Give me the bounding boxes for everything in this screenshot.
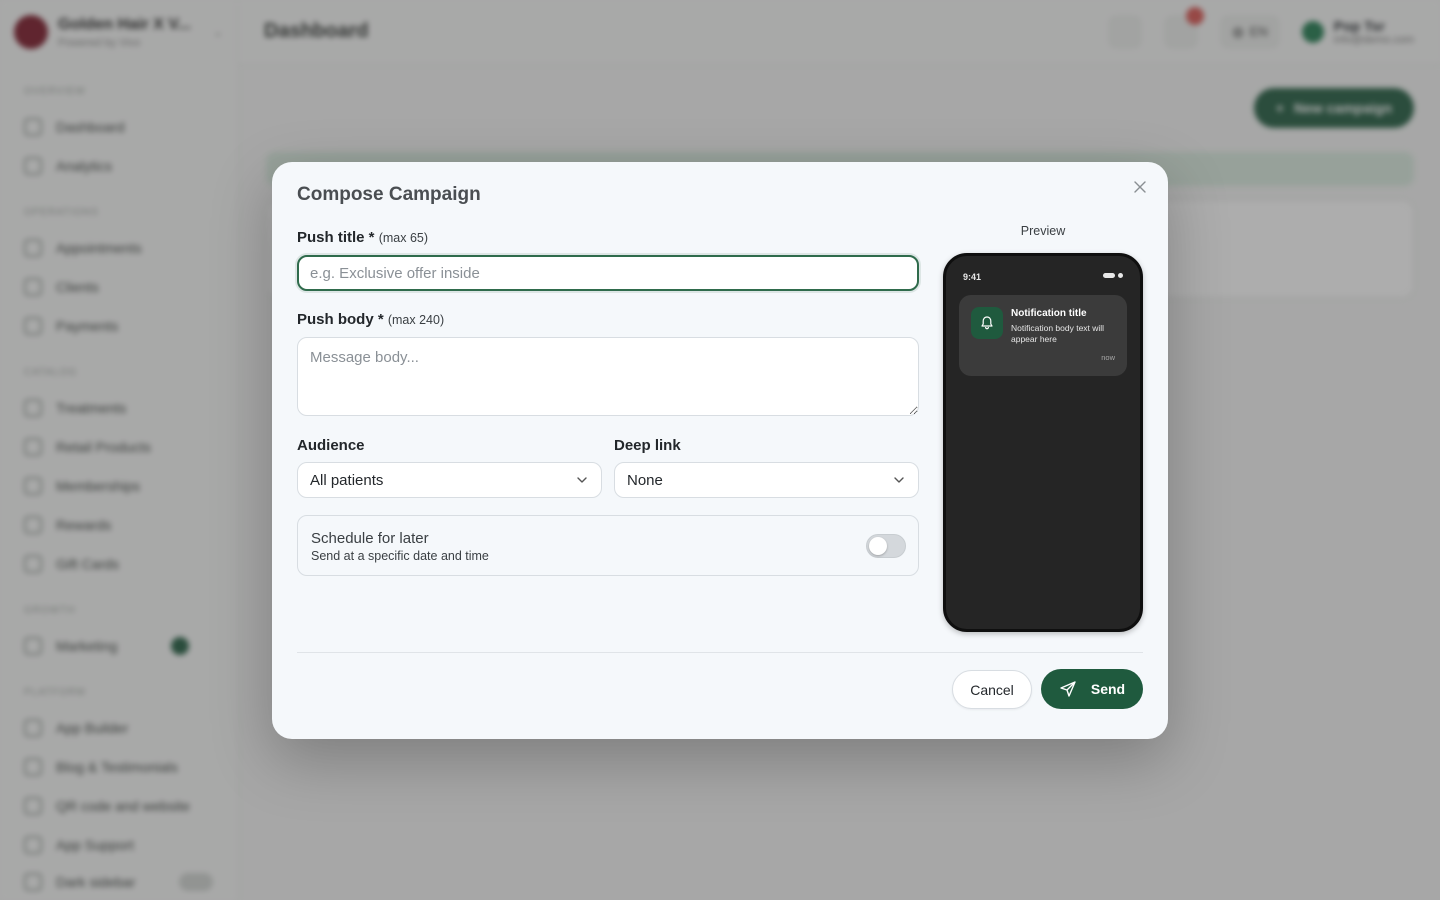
- toggle-knob: [869, 537, 887, 555]
- notification-title: Notification title: [1011, 308, 1087, 319]
- cancel-button[interactable]: Cancel: [952, 670, 1032, 709]
- push-title-label-text: Push title *: [297, 229, 375, 246]
- modal-title: Compose Campaign: [297, 184, 481, 205]
- bell-icon: [971, 307, 1003, 339]
- phone-time: 9:41: [963, 272, 982, 282]
- deep-link-label: Deep link: [614, 437, 681, 454]
- battery-icon: [1103, 273, 1115, 278]
- schedule-later-card: Schedule for later Send at a specific da…: [297, 515, 919, 576]
- push-title-input[interactable]: [297, 255, 919, 291]
- preview-label: Preview: [1020, 224, 1066, 238]
- push-body-hint: (max 240): [387, 313, 445, 327]
- schedule-subtitle: Send at a specific date and time: [311, 549, 489, 563]
- push-body-textarea[interactable]: [297, 337, 919, 416]
- schedule-title: Schedule for later: [311, 530, 429, 547]
- notification-preview: Notification title Notification body tex…: [959, 295, 1127, 376]
- push-title-hint: (max 65): [378, 231, 429, 245]
- deep-link-select[interactable]: None: [614, 462, 919, 498]
- schedule-toggle[interactable]: [866, 534, 906, 558]
- compose-campaign-modal: Compose Campaign Push title * (max 65) P…: [272, 162, 1168, 739]
- send-label: Send: [1090, 681, 1126, 697]
- phone-preview: 9:41 Notification title Notification bod…: [943, 253, 1143, 632]
- signal-icon: [1118, 273, 1123, 278]
- audience-selected: All patients: [310, 471, 384, 489]
- push-title-label: Push title * (max 65): [297, 229, 428, 246]
- push-body-label: Push body * (max 240): [297, 311, 444, 328]
- send-button[interactable]: Send: [1041, 669, 1143, 709]
- phone-status-icons: [1103, 273, 1123, 278]
- notification-timestamp: now: [1101, 353, 1115, 362]
- push-body-label-text: Push body *: [297, 311, 384, 328]
- modal-divider: [297, 652, 1143, 653]
- send-icon: [1060, 681, 1076, 697]
- audience-label: Audience: [297, 437, 365, 454]
- audience-select[interactable]: All patients: [297, 462, 602, 498]
- close-icon[interactable]: [1130, 177, 1150, 197]
- deep-link-selected: None: [627, 471, 663, 489]
- chevron-down-icon: [894, 477, 904, 483]
- chevron-down-icon: [577, 477, 587, 483]
- notification-body: Notification body text will appear here: [1011, 323, 1105, 345]
